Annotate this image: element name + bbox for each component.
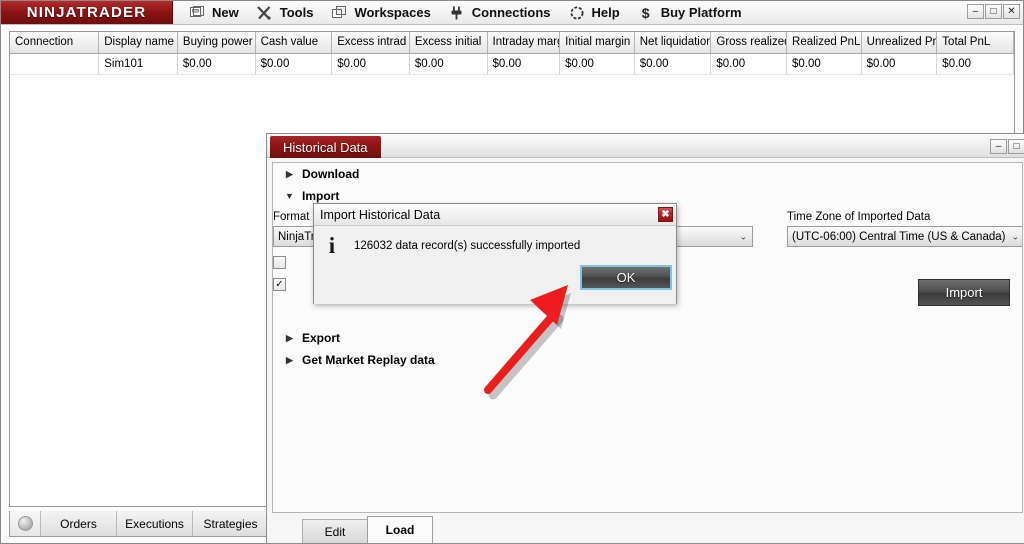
section-download-label: Download	[302, 167, 360, 181]
import-option-2-checkbox[interactable]: ✓	[273, 278, 286, 291]
column-header-initial-margin[interactable]: Initial margin	[559, 32, 635, 54]
column-header-excess-intraday[interactable]: Excess intrad	[331, 32, 410, 54]
menu-item-help[interactable]: Help	[565, 1, 634, 24]
menu-item-new[interactable]: New	[185, 1, 253, 24]
cell-connection	[10, 53, 100, 75]
historical-data-tab-bar: Edit Load	[272, 515, 1023, 543]
cell-buying-power: $0.00	[177, 53, 256, 75]
section-download[interactable]: ▶ Download	[273, 163, 1022, 185]
chevron-down-icon: ⌄	[739, 231, 747, 241]
section-export[interactable]: ▶ Export	[273, 327, 1022, 349]
table-header-row: Connection Display name Buying power Cas…	[10, 32, 1014, 54]
historical-data-window: Historical Data – □ ▶ Download ▼ Import …	[266, 133, 1024, 544]
close-icon[interactable]: ✖	[658, 207, 673, 222]
tab-executions[interactable]: Executions	[116, 511, 192, 536]
column-header-display-name[interactable]: Display name	[98, 32, 178, 54]
column-header-net-liquidation[interactable]: Net liquidation	[634, 32, 712, 54]
control-center-tab-bar: Orders Executions Strategies	[9, 511, 269, 537]
menu-item-new-label: New	[212, 5, 239, 20]
column-header-cash-value[interactable]: Cash value	[255, 32, 333, 54]
cell-cash-value: $0.00	[255, 53, 333, 75]
main-window-controls: – □ ✕	[967, 4, 1020, 19]
ok-button[interactable]: OK	[580, 265, 672, 290]
dialog-footer: OK	[314, 265, 676, 304]
menu-item-tools[interactable]: Tools	[253, 1, 328, 24]
cell-unrealized-pnl: $0.00	[861, 53, 938, 75]
chevron-right-icon: ▶	[286, 332, 293, 343]
cell-realized-pnl: $0.00	[786, 53, 862, 75]
new-window-icon	[189, 5, 205, 21]
timezone-select-value: (UTC-06:00) Central Time (US & Canada)	[792, 230, 1006, 243]
cell-total-pnl: $0.00	[936, 53, 1014, 75]
column-header-unrealized-pnl[interactable]: Unrealized Pr	[861, 32, 938, 54]
screen: NINJATRADER New Tools Workspaces Connect…	[0, 0, 1024, 544]
column-header-excess-initial[interactable]: Excess initial	[409, 32, 488, 54]
accounts-table: Connection Display name Buying power Cas…	[10, 32, 1014, 75]
historical-data-window-controls: – □	[990, 139, 1024, 154]
column-header-intraday-margin[interactable]: Intraday marg	[487, 32, 561, 54]
menu-item-workspaces[interactable]: Workspaces	[327, 1, 444, 24]
section-get-market-replay-data[interactable]: ▶ Get Market Replay data	[273, 349, 1022, 371]
dialog-message: 126032 data record(s) successfully impor…	[354, 240, 581, 252]
menu-item-buy-platform[interactable]: $ Buy Platform	[634, 1, 756, 24]
workspaces-icon	[331, 5, 347, 21]
cell-excess-intraday: $0.00	[331, 53, 410, 75]
ninjatrader-logo: NINJATRADER	[1, 1, 173, 24]
dialog-titlebar: Import Historical Data ✖	[314, 204, 676, 226]
section-export-label: Export	[302, 331, 341, 345]
tab-edit[interactable]: Edit	[302, 519, 368, 543]
menu-item-connections-label: Connections	[471, 5, 551, 20]
import-button[interactable]: Import	[918, 279, 1010, 306]
section-import-label: Import	[302, 189, 340, 203]
cell-intraday-margin: $0.00	[487, 53, 561, 75]
chevron-right-icon: ▶	[286, 354, 293, 365]
menu-item-help-label: Help	[591, 5, 620, 20]
import-option-1-checkbox[interactable]	[273, 256, 286, 269]
close-button[interactable]: ✕	[1003, 4, 1020, 19]
menu-item-connections[interactable]: Connections	[445, 1, 565, 24]
timezone-field-group: Time Zone of Imported Data (UTC-06:00) C…	[787, 211, 1022, 247]
column-header-realized-pnl[interactable]: Realized PnL	[786, 32, 862, 54]
menu-item-tools-label: Tools	[279, 5, 314, 20]
help-icon	[569, 5, 585, 21]
main-menu-bar: NINJATRADER New Tools Workspaces Connect…	[1, 1, 1023, 25]
import-historical-data-dialog: Import Historical Data ✖ i 126032 data r…	[313, 203, 677, 304]
column-header-gross-realized[interactable]: Gross realized	[710, 32, 788, 54]
cell-net-liquidation: $0.00	[634, 53, 712, 75]
chevron-down-icon: ⌄	[1011, 231, 1019, 241]
info-icon: i	[328, 233, 336, 258]
minimize-button[interactable]: –	[967, 4, 984, 19]
timezone-label: Time Zone of Imported Data	[787, 211, 931, 223]
section-get-market-replay-data-label: Get Market Replay data	[302, 353, 435, 367]
timezone-select[interactable]: (UTC-06:00) Central Time (US & Canada) ⌄	[787, 226, 1022, 247]
cell-display-name: Sim101	[98, 53, 178, 75]
column-header-connection[interactable]: Connection	[10, 32, 100, 54]
tab-load[interactable]: Load	[367, 516, 433, 543]
connection-status-indicator	[10, 511, 40, 536]
tab-orders[interactable]: Orders	[40, 511, 116, 536]
historical-data-titlebar: Historical Data – □	[267, 134, 1024, 158]
dialog-title: Import Historical Data	[320, 207, 441, 222]
cell-initial-margin: $0.00	[559, 53, 635, 75]
menu-item-buy-platform-label: Buy Platform	[660, 5, 742, 20]
tools-icon	[257, 5, 273, 21]
tab-strategies[interactable]: Strategies	[192, 511, 268, 536]
hd-maximize-button[interactable]: □	[1008, 139, 1024, 154]
hd-minimize-button[interactable]: –	[990, 139, 1007, 154]
cell-gross-realized: $0.00	[710, 53, 788, 75]
historical-data-tab[interactable]: Historical Data	[270, 136, 381, 158]
status-dot-icon	[17, 516, 33, 531]
table-row[interactable]: Sim101 $0.00 $0.00 $0.00 $0.00 $0.00 $0.…	[10, 53, 1014, 75]
chevron-down-icon: ▼	[285, 191, 294, 201]
column-header-total-pnl[interactable]: Total PnL	[936, 32, 1014, 54]
plug-icon	[449, 5, 465, 21]
dollar-icon: $	[641, 4, 650, 21]
menu-item-workspaces-label: Workspaces	[354, 5, 431, 20]
menu-items: New Tools Workspaces Connections Help $ …	[173, 1, 756, 24]
chevron-right-icon: ▶	[286, 168, 293, 179]
maximize-button[interactable]: □	[985, 4, 1002, 19]
column-header-buying-power[interactable]: Buying power	[177, 32, 256, 54]
cell-excess-initial: $0.00	[409, 53, 488, 75]
